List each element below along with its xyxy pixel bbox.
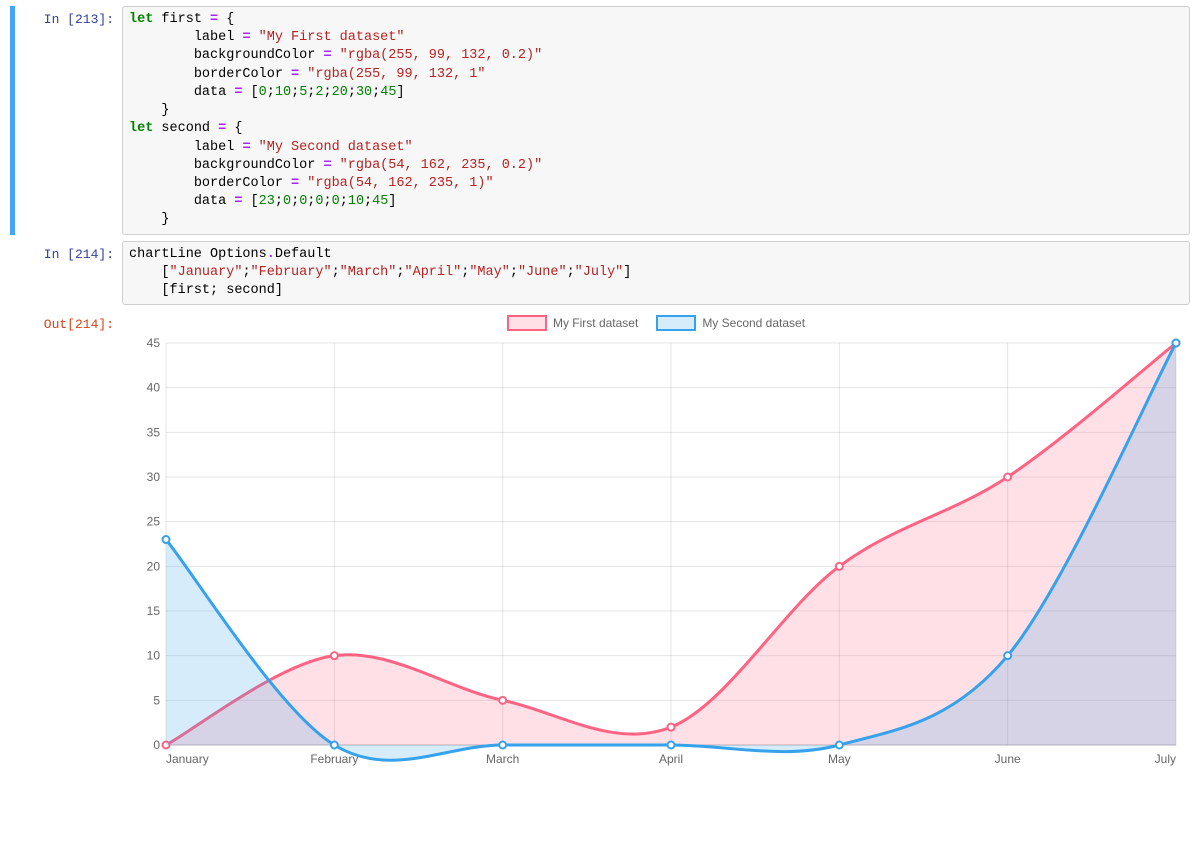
chart-point bbox=[1173, 340, 1180, 347]
chart-point bbox=[836, 742, 843, 749]
y-tick-label: 45 bbox=[147, 336, 161, 350]
chart-container: My First dataset My Second dataset 0 5 10 1… bbox=[126, 311, 1186, 773]
chart-point bbox=[331, 742, 338, 749]
output-area-214: My First dataset My Second dataset 0 5 10 1… bbox=[122, 311, 1190, 773]
output-cell-214: Out[214]: My First dataset My Second dat… bbox=[10, 311, 1190, 773]
y-tick-label: 30 bbox=[147, 470, 161, 484]
prompt-in-213: In [213]: bbox=[10, 6, 122, 235]
chart-point bbox=[499, 742, 506, 749]
code-214[interactable]: chartLine Options.Default ["January";"Fe… bbox=[129, 246, 1183, 301]
legend-swatch-icon bbox=[507, 315, 547, 331]
chart-point bbox=[1004, 652, 1011, 659]
prompt-out-214: Out[214]: bbox=[10, 311, 122, 773]
chart-point bbox=[668, 742, 675, 749]
x-tick-label: March bbox=[486, 752, 519, 766]
code-cell-214: In [214]: chartLine Options.Default ["Ja… bbox=[10, 241, 1190, 306]
legend-swatch-icon bbox=[656, 315, 696, 331]
x-tick-label: April bbox=[659, 752, 683, 766]
chart-point bbox=[499, 697, 506, 704]
chart-point bbox=[1004, 474, 1011, 481]
line-chart[interactable]: 051015202530354045JanuaryFebruaryMarchAp… bbox=[126, 333, 1186, 773]
chart-point bbox=[836, 563, 843, 570]
x-tick-label: May bbox=[828, 752, 851, 766]
chart-point bbox=[163, 536, 170, 543]
y-tick-label: 10 bbox=[147, 649, 161, 663]
y-tick-label: 5 bbox=[153, 694, 160, 708]
code-input-214[interactable]: chartLine Options.Default ["January";"Fe… bbox=[122, 241, 1190, 306]
prompt-in-214: In [214]: bbox=[10, 241, 122, 306]
legend-label: My First dataset bbox=[553, 316, 638, 330]
legend-item-second[interactable]: My Second dataset bbox=[656, 315, 805, 331]
y-tick-label: 0 bbox=[153, 738, 160, 752]
y-tick-label: 35 bbox=[147, 426, 161, 440]
x-tick-label: June bbox=[995, 752, 1021, 766]
code-input-213[interactable]: let first = { label = "My First dataset"… bbox=[122, 6, 1190, 235]
chart-point bbox=[331, 652, 338, 659]
y-tick-label: 40 bbox=[147, 381, 161, 395]
y-tick-label: 15 bbox=[147, 604, 161, 618]
x-tick-label: January bbox=[166, 752, 209, 766]
notebook: In [213]: let first = { label = "My Firs… bbox=[0, 0, 1200, 819]
x-tick-label: July bbox=[1155, 752, 1176, 766]
code-cell-213: In [213]: let first = { label = "My Firs… bbox=[10, 6, 1190, 235]
legend-label: My Second dataset bbox=[702, 316, 805, 330]
code-213[interactable]: let first = { label = "My First dataset"… bbox=[129, 11, 1183, 230]
y-tick-label: 20 bbox=[147, 560, 161, 574]
y-tick-label: 25 bbox=[147, 515, 161, 529]
chart-point bbox=[668, 724, 675, 731]
chart-legend: My First dataset My Second dataset bbox=[126, 311, 1186, 333]
legend-item-first[interactable]: My First dataset bbox=[507, 315, 638, 331]
